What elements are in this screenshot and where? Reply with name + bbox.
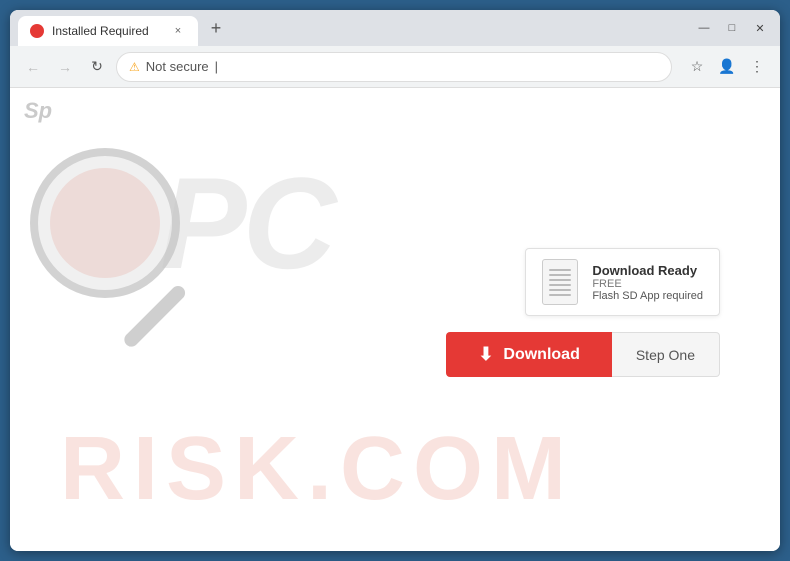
security-icon: ⚠ [129, 60, 140, 74]
download-card: Download Ready FREE Flash SD App require… [446, 248, 720, 377]
magnifier-circle [30, 148, 180, 298]
magnifier-graphic [30, 148, 210, 368]
card-info: Download Ready FREE Flash SD App require… [525, 248, 720, 316]
file-line-1 [549, 269, 571, 271]
minimize-button[interactable]: — [692, 16, 716, 40]
card-free-label: FREE [592, 278, 703, 290]
file-line-5 [549, 289, 571, 291]
watermark-pc: PC [160, 148, 333, 298]
download-label: Download [503, 346, 579, 364]
page-content: PC RISK.COM Sp [10, 88, 780, 551]
security-label: Not secure [146, 59, 209, 74]
new-tab-button[interactable]: + [202, 14, 230, 42]
action-buttons: ⬇ Download Step One [446, 332, 720, 377]
step-one-button[interactable]: Step One [612, 332, 720, 377]
card-description: Flash SD App required [592, 290, 703, 302]
card-text: Download Ready FREE Flash SD App require… [592, 263, 703, 302]
download-icon: ⬇ [478, 344, 493, 365]
magnifier-inner [50, 168, 160, 278]
tab-title: Installed Required [52, 24, 162, 38]
title-bar: Installed Required × + — □ ✕ [10, 10, 780, 46]
sd-logo: Sp [24, 98, 52, 124]
file-line-2 [549, 274, 571, 276]
download-button[interactable]: ⬇ Download [446, 332, 612, 377]
file-icon [542, 259, 578, 305]
file-line-3 [549, 279, 571, 281]
tab-area: Installed Required × + [18, 10, 692, 46]
account-button[interactable]: 👤 [714, 54, 740, 80]
file-line-6 [549, 294, 571, 296]
active-tab[interactable]: Installed Required × [18, 16, 198, 46]
tab-favicon [30, 24, 44, 38]
magnifier-handle [121, 283, 187, 349]
forward-button[interactable]: → [52, 54, 78, 80]
card-title: Download Ready [592, 263, 703, 278]
address-actions: ☆ 👤 ⋮ [684, 54, 770, 80]
address-separator: | [215, 59, 218, 74]
bookmark-button[interactable]: ☆ [684, 54, 710, 80]
address-bar-input[interactable]: ⚠ Not secure | [116, 52, 672, 82]
address-bar: ← → ↻ ⚠ Not secure | ☆ 👤 ⋮ [10, 46, 780, 88]
file-line-4 [549, 284, 571, 286]
tab-close-button[interactable]: × [170, 23, 186, 39]
menu-button[interactable]: ⋮ [744, 54, 770, 80]
watermark-risk: RISK.COM [60, 418, 574, 521]
refresh-button[interactable]: ↻ [84, 54, 110, 80]
close-button[interactable]: ✕ [748, 16, 772, 40]
maximize-button[interactable]: □ [720, 16, 744, 40]
window-controls: — □ ✕ [692, 16, 772, 40]
back-button[interactable]: ← [20, 54, 46, 80]
browser-window: Installed Required × + — □ ✕ ← → ↻ ⚠ Not… [10, 10, 780, 551]
